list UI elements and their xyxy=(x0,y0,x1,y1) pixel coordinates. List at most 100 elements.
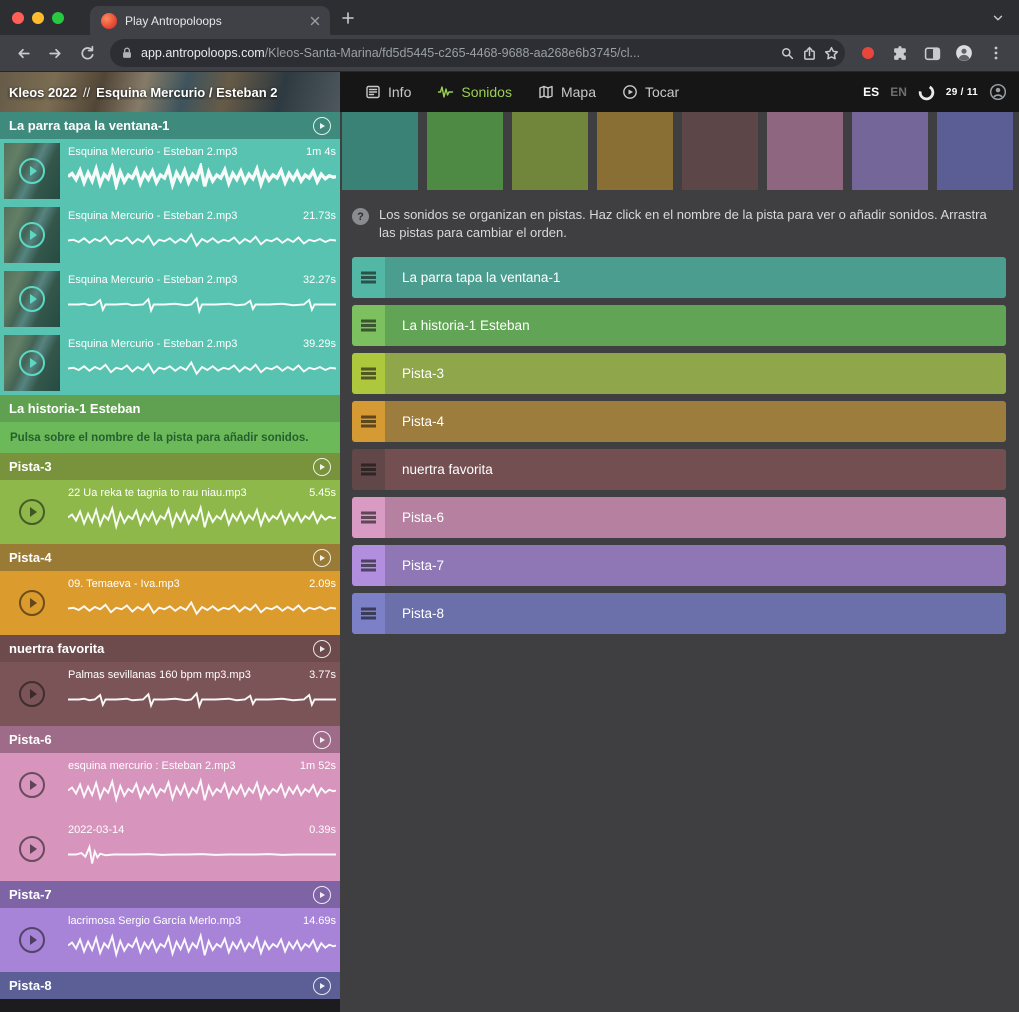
track-color-tile[interactable] xyxy=(427,112,503,190)
extensions-puzzle-icon[interactable] xyxy=(885,38,915,68)
browser-tab[interactable]: Play Antropoloops xyxy=(90,6,330,35)
tab-search-chevron-icon[interactable] xyxy=(991,11,1005,25)
clip-duration: 32.27s xyxy=(303,274,336,286)
track-header[interactable]: Pista-3 xyxy=(0,453,340,480)
clip-row[interactable]: Esquina Mercurio - Esteban 2.mp3 32.27s xyxy=(0,267,340,331)
play-icon xyxy=(19,772,45,798)
close-window-button[interactable] xyxy=(12,12,24,24)
drag-handle-icon[interactable] xyxy=(352,593,385,634)
track-header[interactable]: Pista-7 xyxy=(0,881,340,908)
track-row-bar[interactable]: Pista-7 xyxy=(385,545,1006,586)
track-color-tile[interactable] xyxy=(342,112,418,190)
track-header[interactable]: Pista-6 xyxy=(0,726,340,753)
clip-thumbnail[interactable] xyxy=(4,821,60,877)
clip-thumbnail[interactable] xyxy=(4,143,60,199)
drag-handle-icon[interactable] xyxy=(352,305,385,346)
track-header[interactable]: nuertra favorita xyxy=(0,635,340,662)
track-helper-row: Pulsa sobre el nombre de la pista para a… xyxy=(0,422,340,453)
track-header[interactable]: Pista-4 xyxy=(0,544,340,571)
clip-thumbnail[interactable] xyxy=(4,757,60,813)
track-play-button[interactable] xyxy=(313,886,331,904)
drag-handle-icon[interactable] xyxy=(352,449,385,490)
track-row[interactable]: Pista-3 xyxy=(352,353,1006,394)
side-panel-icon[interactable] xyxy=(917,38,947,68)
reload-button[interactable] xyxy=(72,38,102,68)
clip-row[interactable]: Palmas sevillanas 160 bpm mp3.mp3 3.77s xyxy=(0,662,340,726)
clip-thumbnail[interactable] xyxy=(4,666,60,722)
track-play-button[interactable] xyxy=(313,977,331,995)
track-color-tile[interactable] xyxy=(767,112,843,190)
tab-info[interactable]: Info xyxy=(352,72,424,112)
clip-row[interactable]: Esquina Mercurio - Esteban 2.mp3 21.73s xyxy=(0,203,340,267)
track-header[interactable]: La parra tapa la ventana-1 xyxy=(0,112,340,139)
clip-thumbnail[interactable] xyxy=(4,335,60,391)
track-play-button[interactable] xyxy=(313,117,331,135)
track-row-bar[interactable]: Pista-3 xyxy=(385,353,1006,394)
share-icon[interactable] xyxy=(802,46,817,61)
clip-thumbnail[interactable] xyxy=(4,912,60,968)
drag-handle-icon[interactable] xyxy=(352,545,385,586)
minimize-window-button[interactable] xyxy=(32,12,44,24)
track-row-bar[interactable]: La historia-1 Esteban xyxy=(385,305,1006,346)
clip-thumbnail[interactable] xyxy=(4,575,60,631)
track-play-button[interactable] xyxy=(313,458,331,476)
clip-row[interactable]: lacrimosa Sergio García Merlo.mp3 14.69s xyxy=(0,908,340,972)
lang-en-button[interactable]: EN xyxy=(890,85,907,99)
track-header[interactable]: La historia-1 Esteban xyxy=(0,395,340,422)
zoom-icon[interactable] xyxy=(780,46,795,61)
lang-es-button[interactable]: ES xyxy=(863,85,879,99)
clip-thumbnail[interactable] xyxy=(4,207,60,263)
track-row[interactable]: Pista-4 xyxy=(352,401,1006,442)
track-row-bar[interactable]: nuertra favorita xyxy=(385,449,1006,490)
play-icon xyxy=(19,590,45,616)
drag-handle-icon[interactable] xyxy=(352,497,385,538)
track-row[interactable]: La parra tapa la ventana-1 xyxy=(352,257,1006,298)
clip-thumbnail[interactable] xyxy=(4,484,60,540)
track-row-bar[interactable]: Pista-6 xyxy=(385,497,1006,538)
bookmark-star-icon[interactable] xyxy=(824,46,839,61)
track-color-tile[interactable] xyxy=(512,112,588,190)
drag-handle-icon[interactable] xyxy=(352,353,385,394)
track-row-bar[interactable]: La parra tapa la ventana-1 xyxy=(385,257,1006,298)
clip-row[interactable]: Esquina Mercurio - Esteban 2.mp3 39.29s xyxy=(0,331,340,395)
track-row-bar[interactable]: Pista-8 xyxy=(385,593,1006,634)
tab-mapa[interactable]: Mapa xyxy=(525,72,609,112)
zoom-window-button[interactable] xyxy=(52,12,64,24)
record-extension-icon[interactable] xyxy=(853,38,883,68)
tab-tocar[interactable]: Tocar xyxy=(609,72,692,112)
new-tab-button[interactable] xyxy=(340,10,356,26)
track-color-tile[interactable] xyxy=(682,112,758,190)
track-play-button[interactable] xyxy=(313,731,331,749)
project-breadcrumb[interactable]: Kleos 2022 // Esquina Mercurio / Esteban… xyxy=(0,72,340,112)
tab-close-icon[interactable] xyxy=(308,14,322,28)
profile-avatar-icon[interactable] xyxy=(949,38,979,68)
address-bar[interactable]: app.antropoloops.com/Kleos-Santa-Marina/… xyxy=(110,39,845,67)
track-row[interactable]: Pista-6 xyxy=(352,497,1006,538)
clip-row[interactable]: 22 Ua reka te tagnia to rau niau.mp3 5.4… xyxy=(0,480,340,544)
track-color-tile[interactable] xyxy=(597,112,673,190)
track-color-tile[interactable] xyxy=(852,112,928,190)
track-row[interactable]: Pista-8 xyxy=(352,593,1006,634)
clip-duration: 14.69s xyxy=(303,915,336,927)
clip-thumbnail[interactable] xyxy=(4,271,60,327)
forward-button[interactable] xyxy=(40,38,70,68)
track-row[interactable]: La historia-1 Esteban xyxy=(352,305,1006,346)
tab-sonidos[interactable]: Sonidos xyxy=(424,72,525,112)
clip-row[interactable]: Esquina Mercurio - Esteban 2.mp3 1m 4s xyxy=(0,139,340,203)
track-row[interactable]: nuertra favorita xyxy=(352,449,1006,490)
drag-handle-icon[interactable] xyxy=(352,401,385,442)
back-button[interactable] xyxy=(8,38,38,68)
drag-handle-icon[interactable] xyxy=(352,257,385,298)
track-row[interactable]: Pista-7 xyxy=(352,545,1006,586)
clip-row[interactable]: esquina mercurio : Esteban 2.mp3 1m 52s xyxy=(0,753,340,817)
track-header[interactable]: Pista-8 xyxy=(0,972,340,999)
track-list: La parra tapa la ventana-1 La historia-1… xyxy=(340,253,1019,634)
track-row-bar[interactable]: Pista-4 xyxy=(385,401,1006,442)
track-color-tile[interactable] xyxy=(937,112,1013,190)
track-play-button[interactable] xyxy=(313,549,331,567)
track-play-button[interactable] xyxy=(313,640,331,658)
account-icon[interactable] xyxy=(989,83,1007,101)
browser-menu-kebab-icon[interactable] xyxy=(981,38,1011,68)
clip-row[interactable]: 09. Temaeva - Iva.mp3 2.09s xyxy=(0,571,340,635)
clip-row[interactable]: 2022-03-14 0.39s xyxy=(0,817,340,881)
